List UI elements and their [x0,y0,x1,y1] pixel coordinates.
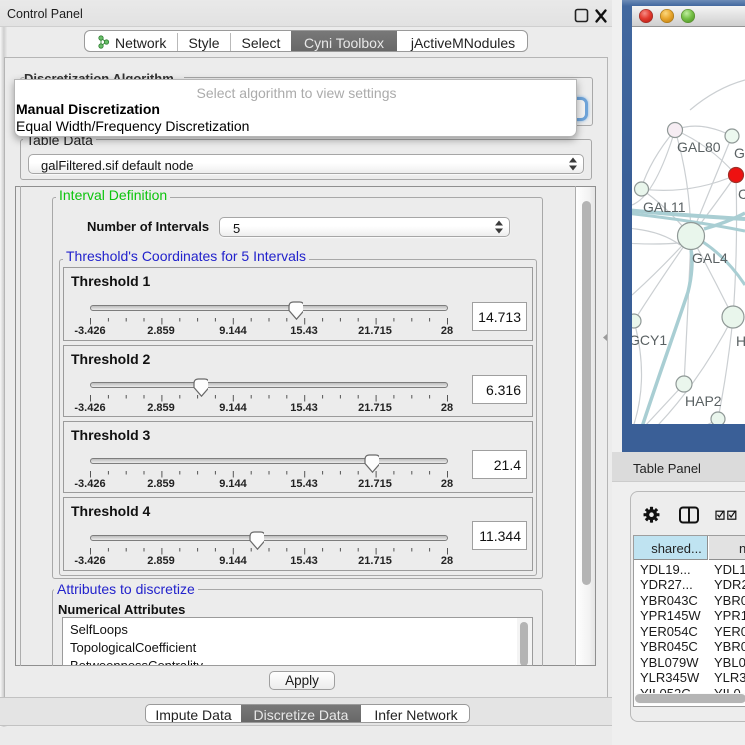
svg-text:C: C [738,186,745,202]
svg-text:H: H [736,333,745,349]
svg-text:GAL11: GAL11 [643,199,686,215]
svg-text:GA: GA [734,145,745,161]
svg-text:GCY1: GCY1 [632,332,667,348]
svg-text:GAL80: GAL80 [677,139,721,155]
svg-text:HAP2: HAP2 [685,393,722,409]
svg-text:GAL4: GAL4 [692,250,728,266]
